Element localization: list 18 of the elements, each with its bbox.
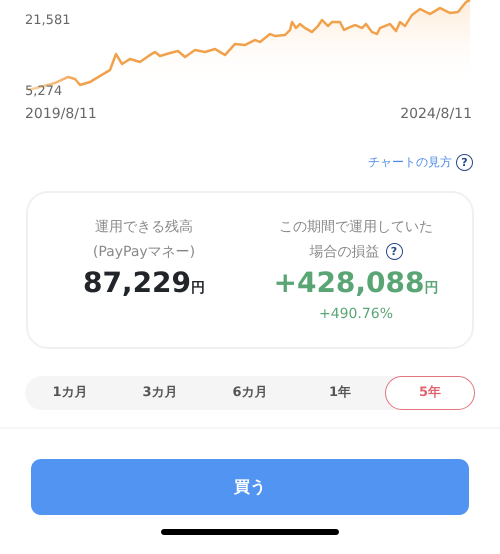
balance-label: 運用できる残高 — [94, 218, 194, 237]
help-icon[interactable]: ? — [386, 243, 402, 260]
profit-amount: +428,088円 — [274, 266, 438, 300]
period-tab[interactable]: 1カ月 — [25, 376, 115, 410]
profit-percent: +490.76% — [318, 304, 394, 324]
axis-label: 2024/8/11 — [400, 107, 472, 121]
balance-amount: 87,229円 — [82, 266, 206, 300]
axis-label: 21,581 — [25, 14, 70, 27]
period-tab[interactable]: 6カ月 — [205, 376, 295, 410]
chart-guide-link[interactable]: チャートの見方 ? — [368, 153, 473, 171]
period-tab[interactable]: 3カ月 — [115, 376, 205, 410]
profit-label: この期間で運用していた — [279, 218, 433, 237]
balance-label: (PayPayマネー) — [92, 242, 196, 262]
help-icon[interactable]: ? — [456, 154, 473, 170]
period-tab[interactable]: 1年 — [295, 376, 385, 410]
profit-label: 場合の損益 — [310, 242, 380, 262]
axis-label: 5,274 — [25, 85, 62, 98]
axis-label: 2019/8/11 — [25, 107, 97, 121]
